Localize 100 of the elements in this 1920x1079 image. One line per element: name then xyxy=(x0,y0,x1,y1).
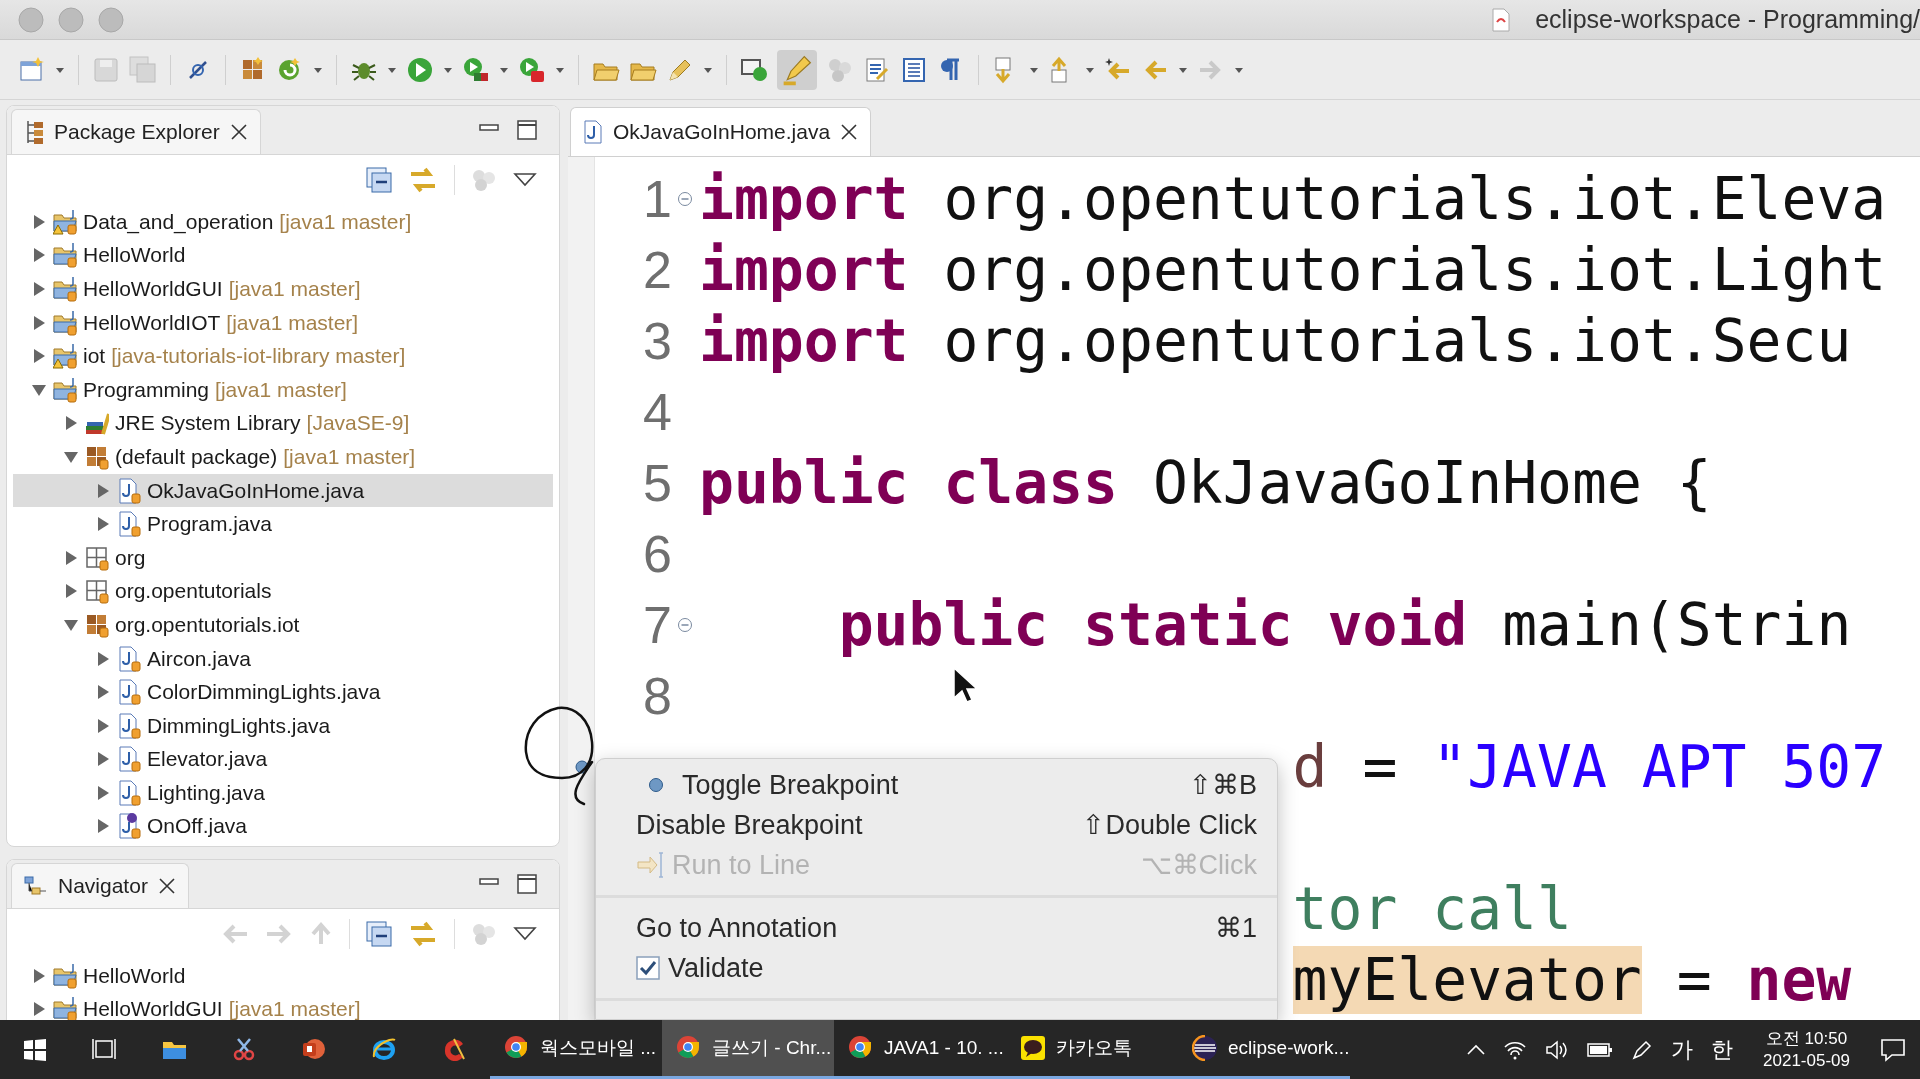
tree-item[interactable]: OnOff.java xyxy=(13,809,553,844)
tree-item[interactable]: (default package) [java1 master] xyxy=(13,440,553,474)
browser-icon[interactable] xyxy=(372,1036,398,1063)
window-title: eclipse-workspace - Programming/ xyxy=(1535,5,1920,34)
chrome-icon xyxy=(676,1035,702,1061)
expand-arrow-icon[interactable] xyxy=(31,967,47,984)
menu-item[interactable]: Go to Annotation ⌘1 xyxy=(596,908,1277,948)
expand-arrow-icon[interactable] xyxy=(95,717,111,734)
menu-item[interactable]: Toggle Breakpoint ⇧⌘B xyxy=(596,765,1277,805)
maximize-icon[interactable] xyxy=(517,874,537,894)
block-selection-icon[interactable] xyxy=(900,55,928,84)
tree-item[interactable]: Programming [java1 master] xyxy=(13,372,553,407)
expand-arrow-icon[interactable] xyxy=(63,549,79,566)
view-menu-icon[interactable] xyxy=(513,172,537,188)
collapse-all-icon[interactable] xyxy=(366,921,392,947)
pen-icon[interactable] xyxy=(1631,1038,1654,1061)
view-tab[interactable]: Navigator xyxy=(11,863,189,908)
collapse-all-icon[interactable] xyxy=(366,167,392,193)
edit-document-icon[interactable] xyxy=(863,55,891,84)
input-method-indicator[interactable]: 한 xyxy=(1711,1034,1734,1065)
dropdown-caret-icon[interactable] xyxy=(387,65,397,74)
view-tab[interactable]: Package Explorer xyxy=(11,109,261,154)
shortcut-text: ⇧Double Click xyxy=(1082,809,1257,841)
tree-item[interactable]: iot [java-tutorials-iot-library master] xyxy=(13,339,553,373)
expand-arrow-icon[interactable] xyxy=(31,314,47,331)
taskbar-app-button[interactable]: 글쓰기 - Chr... xyxy=(662,1020,834,1079)
run-icon[interactable] xyxy=(406,55,434,84)
expand-arrow-icon[interactable] xyxy=(95,516,111,533)
highlighter-icon[interactable] xyxy=(777,49,817,90)
expand-arrow-icon[interactable] xyxy=(95,684,111,701)
maximize-icon[interactable] xyxy=(517,120,537,140)
notification-icon[interactable] xyxy=(1880,1037,1906,1062)
checked-checkbox-icon[interactable] xyxy=(636,956,660,980)
menu-item[interactable]: Validate xyxy=(596,948,1277,988)
dropdown-caret-icon[interactable] xyxy=(1234,65,1244,74)
editor-tab[interactable]: OkJavaGoInHome.java xyxy=(570,107,872,156)
expand-arrow-icon[interactable] xyxy=(31,213,47,230)
dropdown-caret-icon[interactable] xyxy=(1178,65,1188,74)
expand-arrow-icon[interactable] xyxy=(95,650,111,667)
volume-icon[interactable] xyxy=(1545,1039,1570,1060)
breakpoint-icon[interactable] xyxy=(575,759,589,774)
input-mode-indicator[interactable]: 가 xyxy=(1671,1034,1694,1065)
run-coverage-icon[interactable] xyxy=(462,55,490,84)
expand-arrow-icon[interactable] xyxy=(31,247,47,264)
expand-arrow-icon[interactable] xyxy=(63,583,79,600)
tree-item[interactable]: org.opentutorials xyxy=(13,574,553,609)
tree-item[interactable]: OkJavaGoInHome.java xyxy=(13,473,553,508)
close-icon[interactable] xyxy=(229,123,248,141)
expand-arrow-icon[interactable] xyxy=(31,348,47,365)
code-line: import org.opentutorials.iot.Light xyxy=(699,235,1887,304)
dropdown-caret-icon[interactable] xyxy=(1029,65,1039,74)
tree-item[interactable]: Aircon.java xyxy=(13,641,553,676)
wifi-icon[interactable] xyxy=(1503,1039,1528,1060)
code-line: public class OkJavaGoInHome { xyxy=(699,448,1712,517)
close-icon[interactable] xyxy=(157,877,176,895)
expand-arrow-icon[interactable] xyxy=(31,1001,47,1018)
tree-item[interactable]: HelloWorld xyxy=(13,238,553,273)
expand-arrow-icon[interactable] xyxy=(95,784,111,801)
expand-arrow-icon[interactable] xyxy=(31,281,47,297)
mouse-cursor-icon xyxy=(952,666,978,704)
tree-item[interactable]: HelloWorldIOT [java1 master] xyxy=(13,305,553,340)
code-line: tor call xyxy=(1292,874,1572,943)
tree-item[interactable]: Lighting.java xyxy=(13,776,553,810)
tree-item[interactable]: org xyxy=(13,540,553,575)
tree-item[interactable]: Data_and_operation [java1 master] xyxy=(13,205,553,239)
tree-item[interactable]: Elevator.java xyxy=(13,742,553,777)
dropdown-caret-icon[interactable] xyxy=(1085,65,1095,74)
dropdown-caret-icon[interactable] xyxy=(703,65,713,74)
expand-arrow-icon[interactable] xyxy=(95,482,111,499)
item-label: HelloWorldIOT xyxy=(83,310,221,335)
chevron-up-icon[interactable] xyxy=(1467,1043,1486,1056)
fold-toggle-icon[interactable] xyxy=(677,190,693,207)
expand-arrow-icon[interactable] xyxy=(95,818,111,835)
close-icon[interactable] xyxy=(840,123,859,141)
tree-item[interactable]: JRE System Library [JavaSE-9] xyxy=(13,406,553,441)
battery-icon[interactable] xyxy=(1587,1041,1614,1058)
run-tool-icon[interactable] xyxy=(518,55,546,84)
tree-item[interactable]: HelloWorldGUI [java1 master] xyxy=(13,272,553,306)
dropdown-caret-icon[interactable] xyxy=(55,65,65,74)
dropdown-caret-icon[interactable] xyxy=(499,65,509,74)
document-icon xyxy=(1491,7,1512,32)
windows-logo-icon[interactable] xyxy=(22,1036,48,1063)
fold-toggle-icon[interactable] xyxy=(677,616,693,633)
view-menu-icon[interactable] xyxy=(513,926,537,942)
tree-item[interactable]: DimmingLights.java xyxy=(13,708,553,743)
tree-item[interactable]: HelloWorld xyxy=(13,959,553,993)
expand-arrow-icon[interactable] xyxy=(63,415,79,432)
item-label: HelloWorldGUI xyxy=(83,997,223,1020)
navigator-icon xyxy=(24,875,48,897)
expand-arrow-icon[interactable] xyxy=(95,751,111,768)
java-file-icon xyxy=(117,746,141,773)
dropdown-caret-icon[interactable] xyxy=(555,65,565,74)
menu-item[interactable]: Disable Breakpoint ⇧Double Click xyxy=(596,805,1277,845)
clock[interactable]: 오전 10:50 2021-05-09 xyxy=(1763,1027,1850,1072)
dropdown-caret-icon[interactable] xyxy=(443,65,453,74)
tree-item[interactable]: org.opentutorials.iot xyxy=(13,608,553,642)
dropdown-caret-icon[interactable] xyxy=(313,65,323,74)
cleaner-app-icon[interactable] xyxy=(442,1036,468,1063)
tree-item[interactable]: ColorDimmingLights.java xyxy=(13,675,553,709)
tree-item[interactable]: Program.java xyxy=(13,507,553,541)
